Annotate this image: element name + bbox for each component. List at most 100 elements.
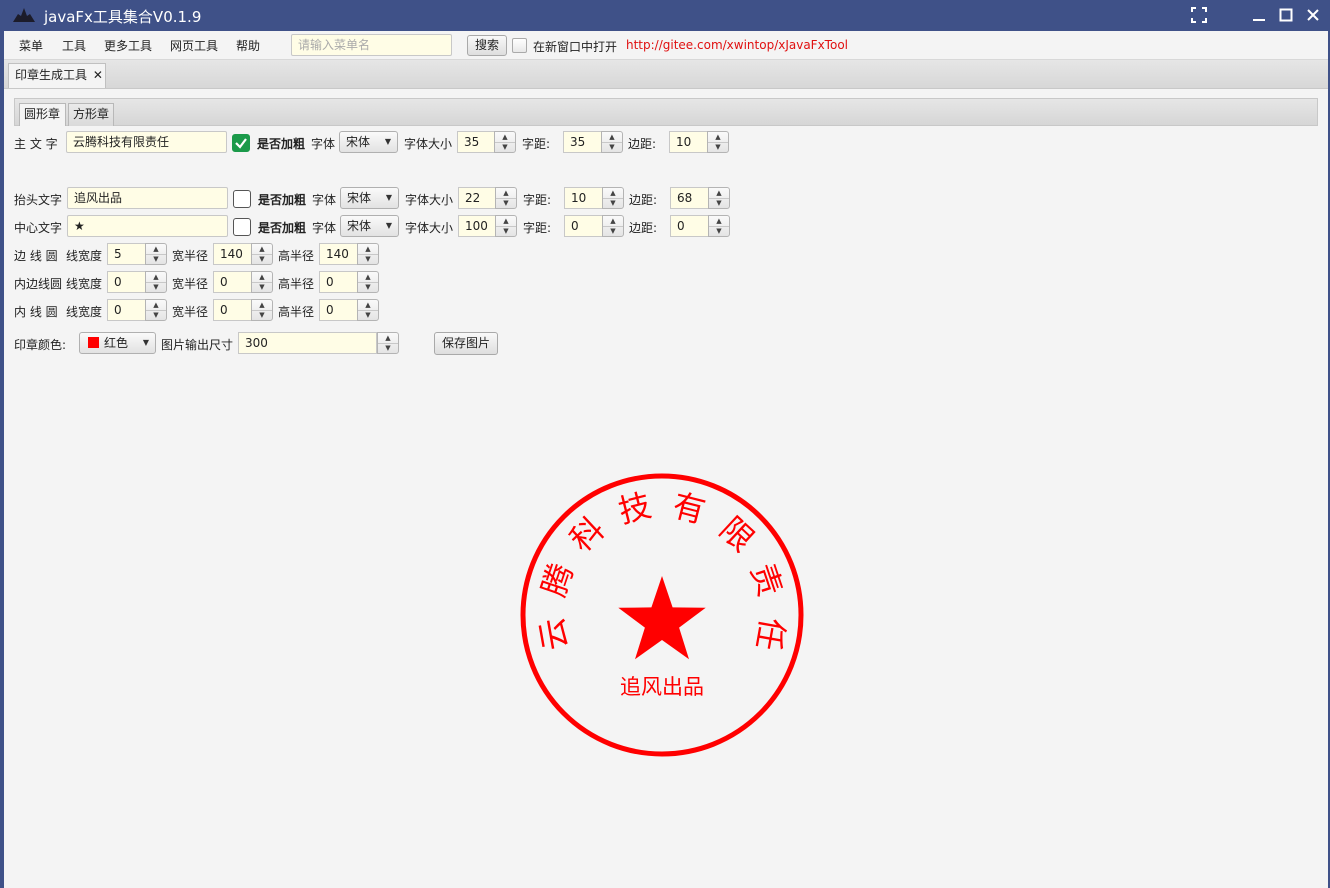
- main-margin-spinner[interactable]: 10 ▲ ▼: [669, 131, 729, 153]
- header-bold-checkbox[interactable]: [233, 190, 251, 208]
- spinner-down-icon[interactable]: ▼: [358, 310, 378, 320]
- inner-border-line-width-spinner[interactable]: 0 ▲ ▼: [107, 271, 167, 293]
- border-height-radius-value[interactable]: 140: [319, 243, 358, 265]
- spinner-arrows[interactable]: ▲ ▼: [602, 187, 624, 209]
- spinner-arrows[interactable]: ▲ ▼: [495, 215, 517, 237]
- center-font-select[interactable]: 宋体 ▼: [340, 215, 399, 237]
- center-size-value[interactable]: 100: [458, 215, 496, 237]
- spinner-down-icon[interactable]: ▼: [358, 282, 378, 292]
- spinner-down-icon[interactable]: ▼: [602, 142, 622, 152]
- spinner-arrows[interactable]: ▲ ▼: [602, 215, 624, 237]
- spinner-arrows[interactable]: ▲ ▼: [251, 243, 273, 265]
- spinner-down-icon[interactable]: ▼: [378, 343, 398, 353]
- main-spacing-value[interactable]: 35: [563, 131, 602, 153]
- spinner-down-icon[interactable]: ▼: [708, 142, 728, 152]
- stamp-color-select[interactable]: 红色 ▼: [79, 332, 156, 354]
- center-size-spinner[interactable]: 100 ▲ ▼: [458, 215, 517, 237]
- inner-height-radius-value[interactable]: 0: [319, 299, 358, 321]
- spinner-arrows[interactable]: ▲ ▼: [357, 271, 379, 293]
- new-window-checkbox[interactable]: [512, 38, 527, 53]
- spinner-down-icon[interactable]: ▼: [603, 226, 623, 236]
- inner-border-height-radius-value[interactable]: 0: [319, 271, 358, 293]
- border-height-radius-spinner[interactable]: 140 ▲ ▼: [319, 243, 379, 265]
- header-size-spinner[interactable]: 22 ▲ ▼: [458, 187, 517, 209]
- spinner-down-icon[interactable]: ▼: [146, 254, 166, 264]
- spinner-arrows[interactable]: ▲ ▼: [251, 299, 273, 321]
- main-text-input[interactable]: 云腾科技有限责任: [66, 131, 227, 153]
- center-spacing-spinner[interactable]: 0 ▲ ▼: [564, 215, 624, 237]
- border-width-radius-spinner[interactable]: 140 ▲ ▼: [213, 243, 273, 265]
- inner-width-radius-value[interactable]: 0: [213, 299, 252, 321]
- spinner-down-icon[interactable]: ▼: [252, 254, 272, 264]
- tab-stamp-generator[interactable]: 印章生成工具 ✕: [8, 63, 106, 88]
- border-line-width-value[interactable]: 5: [107, 243, 146, 265]
- center-bold-checkbox[interactable]: [233, 218, 251, 236]
- center-text-input[interactable]: ★: [67, 215, 228, 237]
- maximize-button[interactable]: [1273, 4, 1299, 26]
- inner-width-radius-spinner[interactable]: 0 ▲ ▼: [213, 299, 273, 321]
- spinner-down-icon[interactable]: ▼: [146, 310, 166, 320]
- inner-border-line-width-value[interactable]: 0: [107, 271, 146, 293]
- spinner-arrows[interactable]: ▲ ▼: [145, 271, 167, 293]
- header-font-select[interactable]: 宋体 ▼: [340, 187, 399, 209]
- inner-border-width-radius-value[interactable]: 0: [213, 271, 252, 293]
- inner-border-width-radius-spinner[interactable]: 0 ▲ ▼: [213, 271, 273, 293]
- header-size-value[interactable]: 22: [458, 187, 496, 209]
- spinner-arrows[interactable]: ▲ ▼: [357, 243, 379, 265]
- save-image-button[interactable]: 保存图片: [434, 332, 498, 355]
- main-size-spinner[interactable]: 35 ▲ ▼: [457, 131, 516, 153]
- border-width-radius-value[interactable]: 140: [213, 243, 252, 265]
- menu-item-more-tools[interactable]: 更多工具: [104, 37, 152, 54]
- center-spacing-value[interactable]: 0: [564, 215, 603, 237]
- spinner-down-icon[interactable]: ▼: [495, 142, 515, 152]
- search-button[interactable]: 搜索: [467, 35, 507, 56]
- spinner-down-icon[interactable]: ▼: [603, 198, 623, 208]
- output-size-spinner[interactable]: 300 ▲ ▼: [238, 332, 399, 354]
- spinner-arrows[interactable]: ▲ ▼: [495, 187, 517, 209]
- spinner-down-icon[interactable]: ▼: [709, 198, 729, 208]
- spinner-down-icon[interactable]: ▼: [146, 282, 166, 292]
- header-spacing-spinner[interactable]: 10 ▲ ▼: [564, 187, 624, 209]
- spinner-arrows[interactable]: ▲ ▼: [377, 332, 399, 354]
- tab-close-icon[interactable]: ✕: [93, 68, 103, 82]
- spinner-down-icon[interactable]: ▼: [252, 282, 272, 292]
- spinner-down-icon[interactable]: ▼: [709, 226, 729, 236]
- spinner-arrows[interactable]: ▲ ▼: [494, 131, 516, 153]
- spinner-down-icon[interactable]: ▼: [496, 198, 516, 208]
- menu-item-help[interactable]: 帮助: [236, 37, 260, 54]
- inner-line-width-spinner[interactable]: 0 ▲ ▼: [107, 299, 167, 321]
- header-margin-value[interactable]: 68: [670, 187, 709, 209]
- border-line-width-spinner[interactable]: 5 ▲ ▼: [107, 243, 167, 265]
- spinner-down-icon[interactable]: ▼: [252, 310, 272, 320]
- spinner-arrows[interactable]: ▲ ▼: [145, 243, 167, 265]
- output-size-value[interactable]: 300: [238, 332, 377, 354]
- spinner-down-icon[interactable]: ▼: [496, 226, 516, 236]
- header-spacing-value[interactable]: 10: [564, 187, 603, 209]
- spinner-arrows[interactable]: ▲ ▼: [357, 299, 379, 321]
- center-margin-spinner[interactable]: 0 ▲ ▼: [670, 215, 730, 237]
- inner-height-radius-spinner[interactable]: 0 ▲ ▼: [319, 299, 379, 321]
- menu-item-web-tools[interactable]: 网页工具: [170, 37, 218, 54]
- spinner-arrows[interactable]: ▲ ▼: [251, 271, 273, 293]
- main-font-select[interactable]: 宋体 ▼: [339, 131, 398, 153]
- spinner-down-icon[interactable]: ▼: [358, 254, 378, 264]
- gitee-link[interactable]: http://gitee.com/xwintop/xJavaFxTool: [626, 38, 848, 52]
- spinner-arrows[interactable]: ▲ ▼: [708, 215, 730, 237]
- spinner-arrows[interactable]: ▲ ▼: [145, 299, 167, 321]
- inner-border-height-radius-spinner[interactable]: 0 ▲ ▼: [319, 271, 379, 293]
- fullscreen-button[interactable]: [1186, 4, 1212, 26]
- tab-square-stamp[interactable]: 方形章: [68, 103, 114, 126]
- main-size-value[interactable]: 35: [457, 131, 495, 153]
- minimize-button[interactable]: [1246, 4, 1272, 26]
- close-button[interactable]: [1300, 4, 1326, 26]
- spinner-arrows[interactable]: ▲ ▼: [708, 187, 730, 209]
- header-text-input[interactable]: 追风出品: [67, 187, 228, 209]
- header-margin-spinner[interactable]: 68 ▲ ▼: [670, 187, 730, 209]
- main-spacing-spinner[interactable]: 35 ▲ ▼: [563, 131, 623, 153]
- inner-line-width-value[interactable]: 0: [107, 299, 146, 321]
- spinner-arrows[interactable]: ▲ ▼: [601, 131, 623, 153]
- main-bold-checkbox[interactable]: [232, 134, 250, 152]
- menu-item-menu[interactable]: 菜单: [19, 37, 43, 54]
- menu-search-input[interactable]: 请输入菜单名: [291, 34, 452, 56]
- main-margin-value[interactable]: 10: [669, 131, 708, 153]
